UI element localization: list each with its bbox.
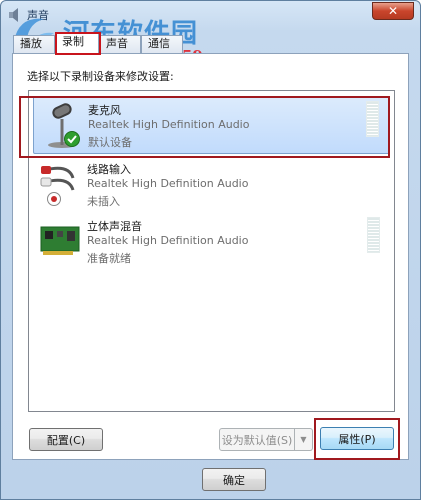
recording-panel: 选择以下录制设备来修改设置: 麦克风 Realtek High Definiti… [12, 53, 409, 460]
sound-card-icon [40, 226, 80, 255]
device-status: 准备就绪 [87, 252, 131, 265]
device-name: 线路输入 [87, 163, 131, 176]
device-name: 麦克风 [88, 104, 121, 117]
device-driver: Realtek High Definition Audio [87, 177, 249, 190]
line-in-cable-icon [40, 166, 75, 191]
level-meter [366, 101, 379, 137]
device-item-microphone[interactable]: 麦克风 Realtek High Definition Audio 默认设备 [33, 96, 390, 154]
device-name: 立体声混音 [87, 220, 142, 233]
tab-communications[interactable]: 通信 [141, 35, 183, 53]
device-list[interactable]: 麦克风 Realtek High Definition Audio 默认设备 线… [28, 90, 395, 412]
set-default-dropdown-arrow[interactable]: ▼ [295, 428, 313, 451]
close-button[interactable]: ✕ [372, 2, 414, 20]
ok-button[interactable]: 确定 [202, 468, 266, 491]
device-item-line-in[interactable]: 线路输入 Realtek High Definition Audio 未插入 [33, 156, 390, 214]
device-driver: Realtek High Definition Audio [87, 234, 249, 247]
device-status: 默认设备 [88, 136, 132, 149]
set-default-button[interactable]: 设为默认值(S) [219, 428, 295, 451]
properties-button[interactable]: 属性(P) [320, 427, 394, 450]
device-status: 未插入 [87, 195, 120, 208]
device-item-stereo-mix[interactable]: 立体声混音 Realtek High Definition Audio 准备就绪 [33, 213, 390, 271]
device-driver: Realtek High Definition Audio [88, 118, 250, 131]
default-check-icon [64, 131, 80, 147]
sound-dialog: 声音 ✕ 河东软件园 www.pc0359.cn 播放 录制 声音 通信 选择以… [0, 0, 421, 500]
tab-recording[interactable]: 录制 [55, 33, 99, 54]
unplugged-icon [47, 192, 61, 206]
instruction-text: 选择以下录制设备来修改设置: [27, 70, 174, 83]
level-meter [367, 217, 380, 253]
tab-playback[interactable]: 播放 [13, 35, 55, 53]
tab-sounds[interactable]: 声音 [99, 35, 141, 53]
configure-button[interactable]: 配置(C) [29, 428, 103, 451]
